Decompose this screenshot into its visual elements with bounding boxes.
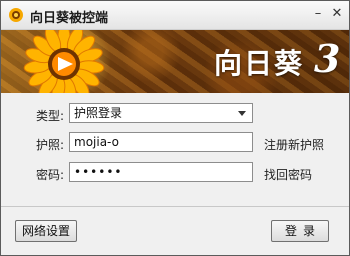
footer-divider	[1, 206, 349, 207]
passport-value: mojia-o	[74, 135, 119, 149]
login-window: 向日葵被控端 – ✕ 向日葵 3 类型: 护照登录 护照: mojia-o 注册…	[0, 0, 350, 256]
window-title: 向日葵被控端	[30, 11, 109, 26]
login-button[interactable]: 登录	[271, 220, 329, 242]
login-type-value: 护照登录	[74, 106, 123, 120]
dropdown-arrow-icon[interactable]	[238, 111, 246, 116]
brand-name: 向日葵	[214, 47, 305, 80]
register-link[interactable]: 注册新护照	[264, 136, 324, 153]
network-settings-button[interactable]: 网络设置	[15, 220, 77, 242]
brand-banner: 向日葵 3	[1, 30, 349, 93]
minimize-icon[interactable]: –	[311, 7, 325, 21]
password-input[interactable]: ••••••	[69, 162, 253, 182]
sunflower-app-icon	[9, 8, 23, 22]
passport-input[interactable]: mojia-o	[69, 132, 253, 152]
title-bar[interactable]: 向日葵被控端 – ✕	[1, 1, 349, 30]
recover-password-link[interactable]: 找回密码	[264, 166, 312, 183]
login-form: 类型: 护照登录 护照: mojia-o 注册新护照 密码: •••••• 找回…	[1, 93, 349, 207]
brand-version: 3	[314, 36, 341, 81]
password-value: ••••••	[74, 165, 123, 179]
login-type-select[interactable]: 护照登录	[69, 103, 253, 123]
close-icon[interactable]: ✕	[330, 7, 344, 21]
type-label: 类型:	[36, 109, 65, 123]
passport-label: 护照:	[36, 138, 65, 152]
sunflower-logo-icon	[23, 30, 105, 93]
password-label: 密码:	[36, 168, 65, 182]
